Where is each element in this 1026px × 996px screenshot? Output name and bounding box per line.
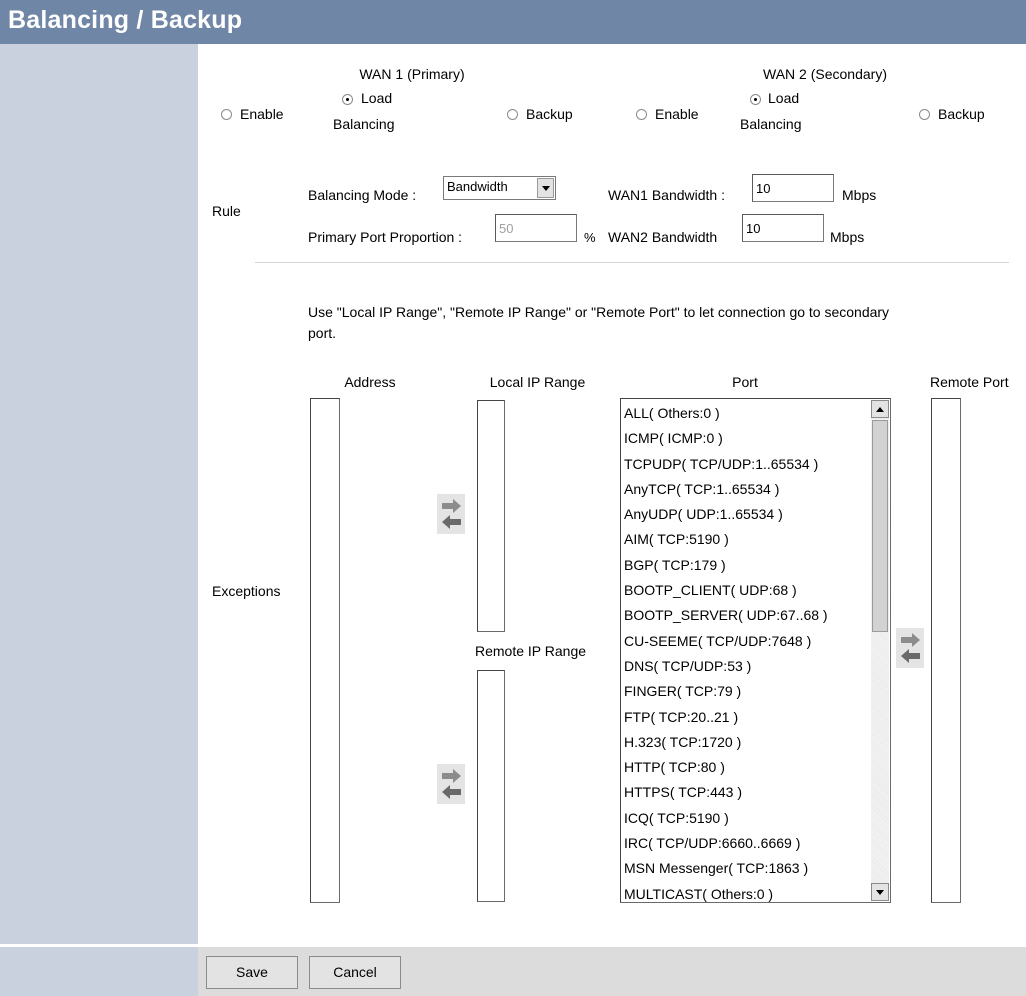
wan1-backup-radio[interactable] xyxy=(507,109,518,120)
remote-port-label: Remote Port xyxy=(930,374,1009,390)
wan1-title: WAN 1 (Primary) xyxy=(359,66,465,82)
wan2-enable-label: Enable xyxy=(655,106,699,122)
wan2-backup-label: Backup xyxy=(938,106,985,122)
exceptions-description-line2: port. xyxy=(308,325,337,341)
port-list-item[interactable]: BOOTP_SERVER( UDP:67..68 ) xyxy=(624,603,870,628)
port-list-item[interactable]: AnyUDP( UDP:1..65534 ) xyxy=(624,502,870,527)
port-list-item[interactable]: H.323( TCP:1720 ) xyxy=(624,730,870,755)
divider xyxy=(255,262,1009,263)
wan2-bandwidth-unit: Mbps xyxy=(830,229,865,245)
port-list-item[interactable]: MSN Messenger( TCP:1863 ) xyxy=(624,856,870,881)
port-list-item[interactable]: TCPUDP( TCP/UDP:1..65534 ) xyxy=(624,452,870,477)
wan2-load-balancing-label-line1: Load xyxy=(768,90,800,106)
remote-ip-range-label: Remote IP Range xyxy=(475,643,587,659)
remote-ip-range-move-buttons xyxy=(437,764,465,804)
scroll-thumb[interactable] xyxy=(872,420,888,632)
wan1-enable-label: Enable xyxy=(240,106,284,122)
address-listbox[interactable] xyxy=(310,398,340,903)
wan2-title: WAN 2 (Secondary) xyxy=(763,66,887,82)
scroll-down-button[interactable] xyxy=(871,883,889,901)
cancel-button[interactable]: Cancel xyxy=(309,956,401,989)
save-button[interactable]: Save xyxy=(206,956,298,989)
port-list-item[interactable]: DNS( TCP/UDP:53 ) xyxy=(624,654,870,679)
wan1-load-balancing-radio[interactable] xyxy=(342,94,353,105)
balancing-mode-label: Balancing Mode : xyxy=(308,187,417,203)
wan1-load-balancing-label-line1: Load xyxy=(361,90,393,106)
wan1-bandwidth-input[interactable] xyxy=(752,174,834,202)
primary-port-proportion-label: Primary Port Proportion : xyxy=(308,229,463,245)
exceptions-section-label: Exceptions xyxy=(212,583,281,599)
port-listbox[interactable]: ALL( Others:0 ) ICMP( ICMP:0 ) TCPUDP( TCP… xyxy=(620,398,891,903)
wan1-bandwidth-label: WAN1 Bandwidth : xyxy=(608,187,725,203)
chevron-down-icon[interactable] xyxy=(537,178,554,198)
wan1-enable-radio[interactable] xyxy=(221,109,232,120)
local-ip-range-label: Local IP Range xyxy=(489,374,586,390)
port-list-item[interactable]: AnyTCP( TCP:1..65534 ) xyxy=(624,477,870,502)
wan1-backup-label: Backup xyxy=(526,106,573,122)
address-label: Address xyxy=(344,374,396,390)
port-list-item[interactable]: HTTP( TCP:80 ) xyxy=(624,755,870,780)
wan2-bandwidth-input[interactable] xyxy=(742,214,824,242)
remote-port-listbox[interactable] xyxy=(931,398,961,903)
port-list-item[interactable]: IRC( TCP/UDP:6660..6669 ) xyxy=(624,831,870,856)
page-title: Balancing / Backup xyxy=(8,6,243,34)
exceptions-description-line1: Use "Local IP Range", "Remote IP Range" … xyxy=(308,304,890,320)
percent-unit: % xyxy=(584,230,596,245)
wan2-load-balancing-label-line2: Balancing xyxy=(740,116,802,132)
port-items: ALL( Others:0 ) ICMP( ICMP:0 ) TCPUDP( TCP… xyxy=(624,401,870,907)
wan2-bandwidth-label: WAN2 Bandwidth xyxy=(608,229,718,245)
port-scrollbar[interactable] xyxy=(871,400,889,901)
wan2-load-balancing-radio[interactable] xyxy=(750,94,761,105)
rule-section-label: Rule xyxy=(212,203,241,219)
left-column xyxy=(0,44,198,944)
wan2-backup-radio[interactable] xyxy=(919,109,930,120)
port-list-item[interactable]: BGP( TCP:179 ) xyxy=(624,553,870,578)
wan1-load-balancing-label-line2: Balancing xyxy=(333,116,395,132)
local-ip-range-listbox[interactable] xyxy=(477,400,505,632)
remote-port-move-buttons xyxy=(896,628,924,668)
remote-ip-range-listbox[interactable] xyxy=(477,670,505,902)
port-list-item[interactable]: FTP( TCP:20..21 ) xyxy=(624,705,870,730)
port-list-item[interactable]: AIM( TCP:5190 ) xyxy=(624,527,870,552)
port-list-item[interactable]: BOOTP_CLIENT( UDP:68 ) xyxy=(624,578,870,603)
port-list-item[interactable]: FINGER( TCP:79 ) xyxy=(624,679,870,704)
port-list-item[interactable]: ALL( Others:0 ) xyxy=(624,401,870,426)
port-list-item[interactable]: MULTICAST( Others:0 ) xyxy=(624,882,870,907)
port-list-item[interactable]: HTTPS( TCP:443 ) xyxy=(624,780,870,805)
port-list-item[interactable]: ICQ( TCP:5190 ) xyxy=(624,806,870,831)
local-ip-range-move-buttons xyxy=(437,494,465,534)
scroll-up-button[interactable] xyxy=(871,400,889,418)
balancing-mode-value: Bandwidth xyxy=(447,179,508,194)
port-list-item[interactable]: CU-SEEME( TCP/UDP:7648 ) xyxy=(624,629,870,654)
balancing-mode-select[interactable]: Bandwidth xyxy=(443,176,556,200)
footer-left-column xyxy=(0,947,198,996)
port-list-item[interactable]: ICMP( ICMP:0 ) xyxy=(624,426,870,451)
wan2-enable-radio[interactable] xyxy=(636,109,647,120)
port-label: Port xyxy=(732,374,758,390)
primary-port-proportion-input[interactable] xyxy=(495,214,577,242)
wan1-bandwidth-unit: Mbps xyxy=(842,187,877,203)
